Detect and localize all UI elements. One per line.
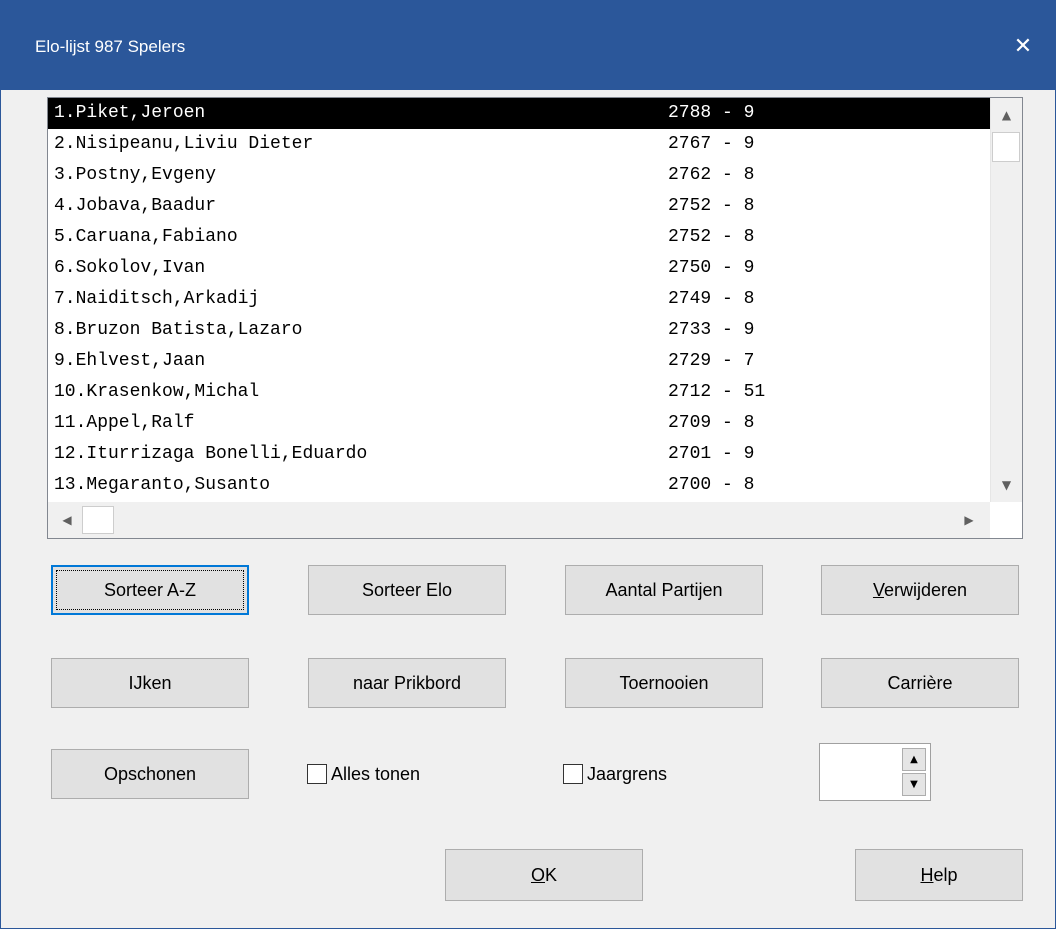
delete-label-rest: erwijderen — [883, 579, 968, 600]
elo-list-dialog: Elo-lijst 987 Spelers ✕ 1.Piket,Jeroen 27… — [0, 0, 1056, 929]
list-item[interactable]: 12.Iturrizaga Bonelli,Eduardo 2701 - 9 — [48, 439, 990, 470]
ok-label: OK — [531, 865, 557, 886]
player-name: 10.Krasenkow,Michal — [54, 382, 260, 402]
player-listbox[interactable]: 1.Piket,Jeroen 2788 - 9 2.Nisipeanu,Liviu … — [47, 97, 1023, 539]
spin-down-icon[interactable]: ▼ — [902, 773, 926, 796]
player-name: 13.Megaranto,Susanto — [54, 475, 271, 495]
list-item[interactable]: 3.Postny,Evgeny 2762 - 8 — [48, 160, 990, 191]
scroll-up-icon[interactable]: ▲ — [991, 100, 1022, 130]
tournaments-label: Toernooien — [619, 672, 709, 693]
player-rating: 2709 - 8 — [668, 413, 755, 433]
help-label-rest: elp — [933, 864, 958, 885]
title-bar: Elo-lijst 987 Spelers ✕ — [1, 1, 1055, 90]
scroll-down-icon[interactable]: ▼ — [991, 470, 1022, 500]
player-rating: 2752 - 8 — [668, 196, 755, 216]
player-name: 8.Bruzon Batista,Lazaro — [54, 320, 303, 340]
year-limit-checkbox[interactable]: Jaargrens — [563, 754, 767, 794]
list-item[interactable]: 11.Appel,Ralf 2709 - 8 — [48, 408, 990, 439]
sort-elo-label: Sorteer Elo — [361, 579, 453, 600]
player-name: 11.Appel,Ralf — [54, 413, 195, 433]
num-games-button[interactable]: Aantal Partijen — [565, 565, 763, 615]
sort-az-label: Sorteer A-Z — [103, 579, 197, 600]
to-board-button[interactable]: naar Prikbord — [308, 658, 506, 708]
list-item[interactable]: 7.Naiditsch,Arkadij 2749 - 8 — [48, 284, 990, 315]
num-games-label: Aantal Partijen — [605, 579, 723, 600]
scroll-left-icon[interactable]: ◀ — [52, 506, 82, 534]
list-item[interactable]: 6.Sokolov,Ivan 2750 - 9 — [48, 253, 990, 284]
list-item[interactable]: 10.Krasenkow,Michal 2712 - 51 — [48, 377, 990, 408]
help-label: Help — [920, 865, 957, 886]
help-mnemonic: H — [920, 864, 934, 885]
spin-up-icon[interactable]: ▲ — [902, 748, 926, 771]
calibrate-button[interactable]: IJken — [51, 658, 249, 708]
ok-label-rest: K — [545, 864, 558, 885]
year-limit-label: Jaargrens — [587, 763, 668, 784]
player-rating: 2700 - 8 — [668, 475, 755, 495]
player-rating: 2788 - 9 — [668, 103, 755, 123]
player-rating: 2752 - 8 — [668, 227, 755, 247]
to-board-label: naar Prikbord — [352, 672, 462, 693]
window-title: Elo-lijst 987 Spelers — [35, 37, 186, 56]
list-item[interactable]: 2.Nisipeanu,Liviu Dieter 2767 - 9 — [48, 129, 990, 160]
scrollbar-corner — [990, 502, 1022, 538]
player-rating: 2762 - 8 — [668, 165, 755, 185]
player-rating: 2729 - 7 — [668, 351, 755, 371]
player-name: 1.Piket,Jeroen — [54, 103, 206, 123]
year-limit-box[interactable] — [563, 764, 583, 784]
player-name: 7.Naiditsch,Arkadij — [54, 289, 260, 309]
show-all-label: Alles tonen — [331, 763, 421, 784]
ok-mnemonic: O — [530, 864, 545, 885]
list-item[interactable]: 4.Jobava,Baadur 2752 - 8 — [48, 191, 990, 222]
delete-button[interactable]: Verwijderen — [821, 565, 1019, 615]
scroll-right-icon[interactable]: ▶ — [954, 506, 984, 534]
close-icon[interactable]: ✕ — [1001, 25, 1045, 69]
ok-button[interactable]: OK — [445, 849, 643, 901]
horizontal-scroll-thumb[interactable] — [82, 506, 114, 534]
horizontal-scrollbar[interactable]: ◀ ▶ — [48, 502, 990, 538]
sort-elo-button[interactable]: Sorteer Elo — [308, 565, 506, 615]
delete-label: Verwijderen — [873, 580, 967, 601]
list-item[interactable]: 13.Megaranto,Susanto 2700 - 8 — [48, 470, 990, 501]
vertical-scrollbar[interactable]: ▲ ▼ — [990, 98, 1022, 502]
player-rating: 2733 - 9 — [668, 320, 755, 340]
year-spinner[interactable]: ▲ ▼ — [819, 743, 931, 801]
player-name: 6.Sokolov,Ivan — [54, 258, 206, 278]
calibrate-label: IJken — [128, 672, 172, 693]
show-all-checkbox[interactable]: Alles tonen — [307, 754, 511, 794]
career-label: Carrière — [887, 672, 953, 693]
cleanup-button[interactable]: Opschonen — [51, 749, 249, 799]
spinner-buttons: ▲ ▼ — [902, 748, 926, 796]
delete-mnemonic: V — [872, 579, 884, 600]
player-rating: 2749 - 8 — [668, 289, 755, 309]
player-rating: 2712 - 51 — [668, 382, 766, 402]
player-name: 2.Nisipeanu,Liviu Dieter — [54, 134, 314, 154]
sort-az-button[interactable]: Sorteer A-Z — [51, 565, 249, 615]
player-rating: 2767 - 9 — [668, 134, 755, 154]
tournaments-button[interactable]: Toernooien — [565, 658, 763, 708]
cleanup-label: Opschonen — [103, 763, 197, 784]
player-rating: 2701 - 9 — [668, 444, 755, 464]
career-button[interactable]: Carrière — [821, 658, 1019, 708]
player-name: 3.Postny,Evgeny — [54, 165, 217, 185]
list-item[interactable]: 5.Caruana,Fabiano 2752 - 8 — [48, 222, 990, 253]
player-list: 1.Piket,Jeroen 2788 - 9 2.Nisipeanu,Liviu … — [48, 98, 990, 502]
player-name: 4.Jobava,Baadur — [54, 196, 217, 216]
help-button[interactable]: Help — [855, 849, 1023, 901]
list-item[interactable]: 1.Piket,Jeroen 2788 - 9 — [48, 98, 990, 129]
list-item[interactable]: 9.Ehlvest,Jaan 2729 - 7 — [48, 346, 990, 377]
player-name: 12.Iturrizaga Bonelli,Eduardo — [54, 444, 368, 464]
vertical-scroll-thumb[interactable] — [992, 132, 1020, 162]
show-all-box[interactable] — [307, 764, 327, 784]
player-name: 9.Ehlvest,Jaan — [54, 351, 206, 371]
player-name: 5.Caruana,Fabiano — [54, 227, 238, 247]
player-rating: 2750 - 9 — [668, 258, 755, 278]
list-item[interactable]: 8.Bruzon Batista,Lazaro 2733 - 9 — [48, 315, 990, 346]
